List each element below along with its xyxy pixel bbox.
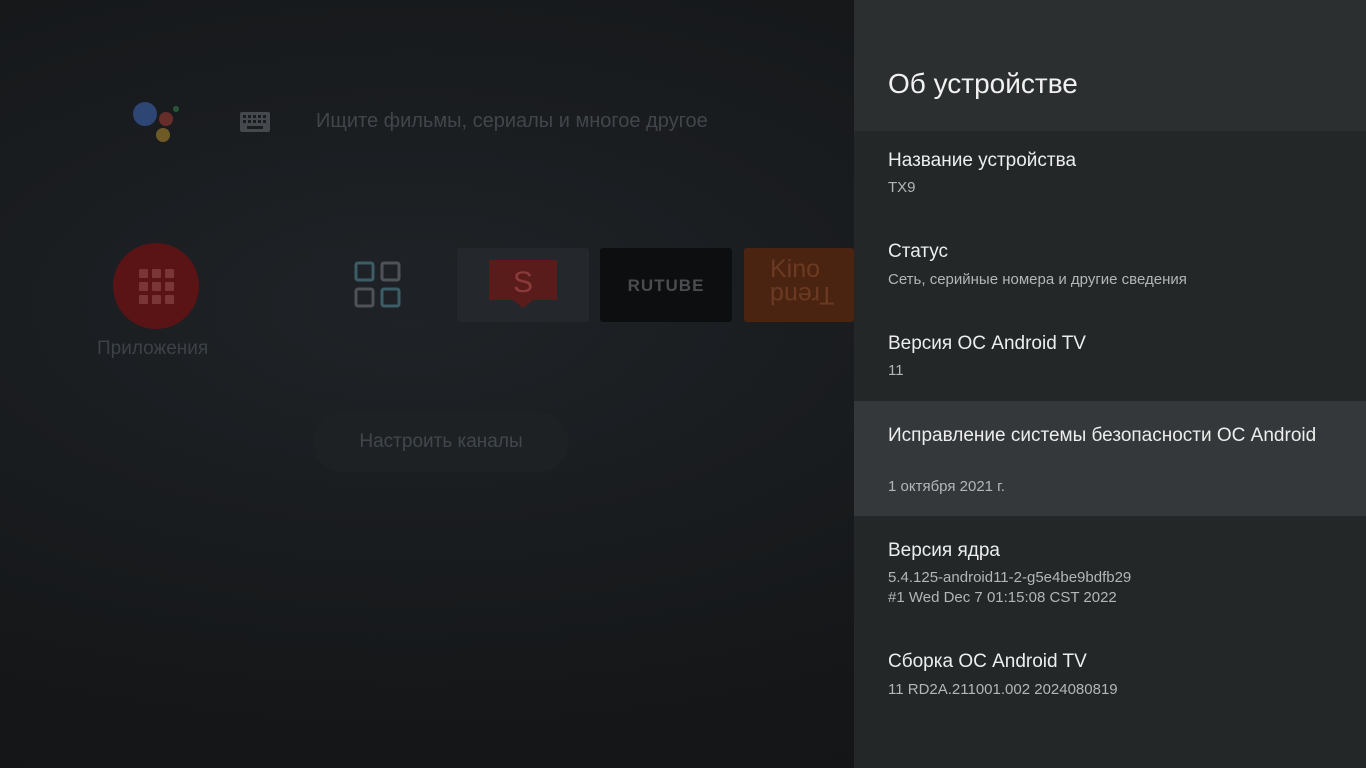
kernel-version-item[interactable]: Версия ядра 5.4.125-android11-2-g5e4be9b… bbox=[854, 516, 1366, 628]
svg-text:S: S bbox=[513, 266, 533, 299]
app-tile-rutube[interactable]: RUTUBE bbox=[600, 248, 732, 322]
setup-channels-label: Настроить каналы bbox=[359, 431, 523, 452]
item-title: Версия ОС Android TV bbox=[888, 333, 1086, 354]
google-assistant-icon[interactable] bbox=[133, 102, 179, 144]
panel-title: Об устройстве bbox=[888, 68, 1078, 99]
security-patch-item[interactable]: Исправление системы безопасности ОС Andr… bbox=[854, 401, 1366, 516]
item-value: Сеть, серийные номера и другие сведения bbox=[888, 271, 1187, 288]
item-value: TX9 bbox=[888, 179, 916, 196]
app-tile-s[interactable]: S bbox=[457, 248, 589, 322]
four-squares-icon bbox=[354, 261, 401, 308]
apps-grid-icon bbox=[138, 268, 174, 304]
app-tile-kino-trend[interactable]: Kino Trend bbox=[744, 248, 854, 322]
assistant-dot-yellow bbox=[156, 128, 170, 142]
item-value-line1: 5.4.125-android11-2-g5e4be9bdfb29 bbox=[888, 569, 1132, 586]
apps-label: Приложения bbox=[97, 338, 209, 359]
assistant-dot-green bbox=[173, 106, 179, 112]
panel-header: Об устройстве bbox=[854, 0, 1366, 131]
status-item[interactable]: Статус Сеть, серийные номера и другие св… bbox=[854, 223, 1366, 315]
keyboard-icon[interactable] bbox=[240, 112, 270, 132]
app-tile-grid[interactable] bbox=[313, 248, 445, 322]
item-value-line2: #1 Wed Dec 7 01:15:08 CST 2022 bbox=[888, 589, 1117, 606]
item-value: 11 RD2A.211001.002 2024080819 bbox=[888, 681, 1118, 698]
rutube-logo: RUTUBE bbox=[627, 276, 705, 295]
item-title: Сборка ОС Android TV bbox=[888, 651, 1087, 672]
assistant-dot-red bbox=[159, 112, 173, 126]
item-title: Версия ядра bbox=[888, 540, 1000, 561]
item-title: Название устройства bbox=[888, 150, 1077, 171]
build-item[interactable]: Сборка ОС Android TV 11 RD2A.211001.002 … bbox=[854, 628, 1366, 720]
item-value: 11 bbox=[888, 362, 904, 379]
search-input[interactable]: Ищите фильмы, сериалы и многое другое bbox=[316, 110, 708, 133]
s-tv-icon: S bbox=[489, 260, 557, 308]
item-value: 1 октября 2021 г. bbox=[888, 478, 1005, 495]
item-title: Статус bbox=[888, 241, 949, 262]
assistant-dot-blue bbox=[133, 102, 157, 126]
about-device-panel: Об устройстве Название устройства TX9 Ст… bbox=[854, 0, 1366, 768]
android-version-item[interactable]: Версия ОС Android TV 11 bbox=[854, 315, 1366, 401]
kino-trend-logo: Kino Trend bbox=[770, 255, 835, 309]
setup-channels-button[interactable]: Настроить каналы bbox=[313, 412, 569, 472]
home-screen-background: Ищите фильмы, сериалы и многое другое Пр… bbox=[0, 0, 854, 768]
device-name-item[interactable]: Название устройства TX9 bbox=[854, 131, 1366, 223]
apps-button[interactable] bbox=[113, 243, 199, 329]
item-title: Исправление системы безопасности ОС Andr… bbox=[888, 425, 1317, 446]
